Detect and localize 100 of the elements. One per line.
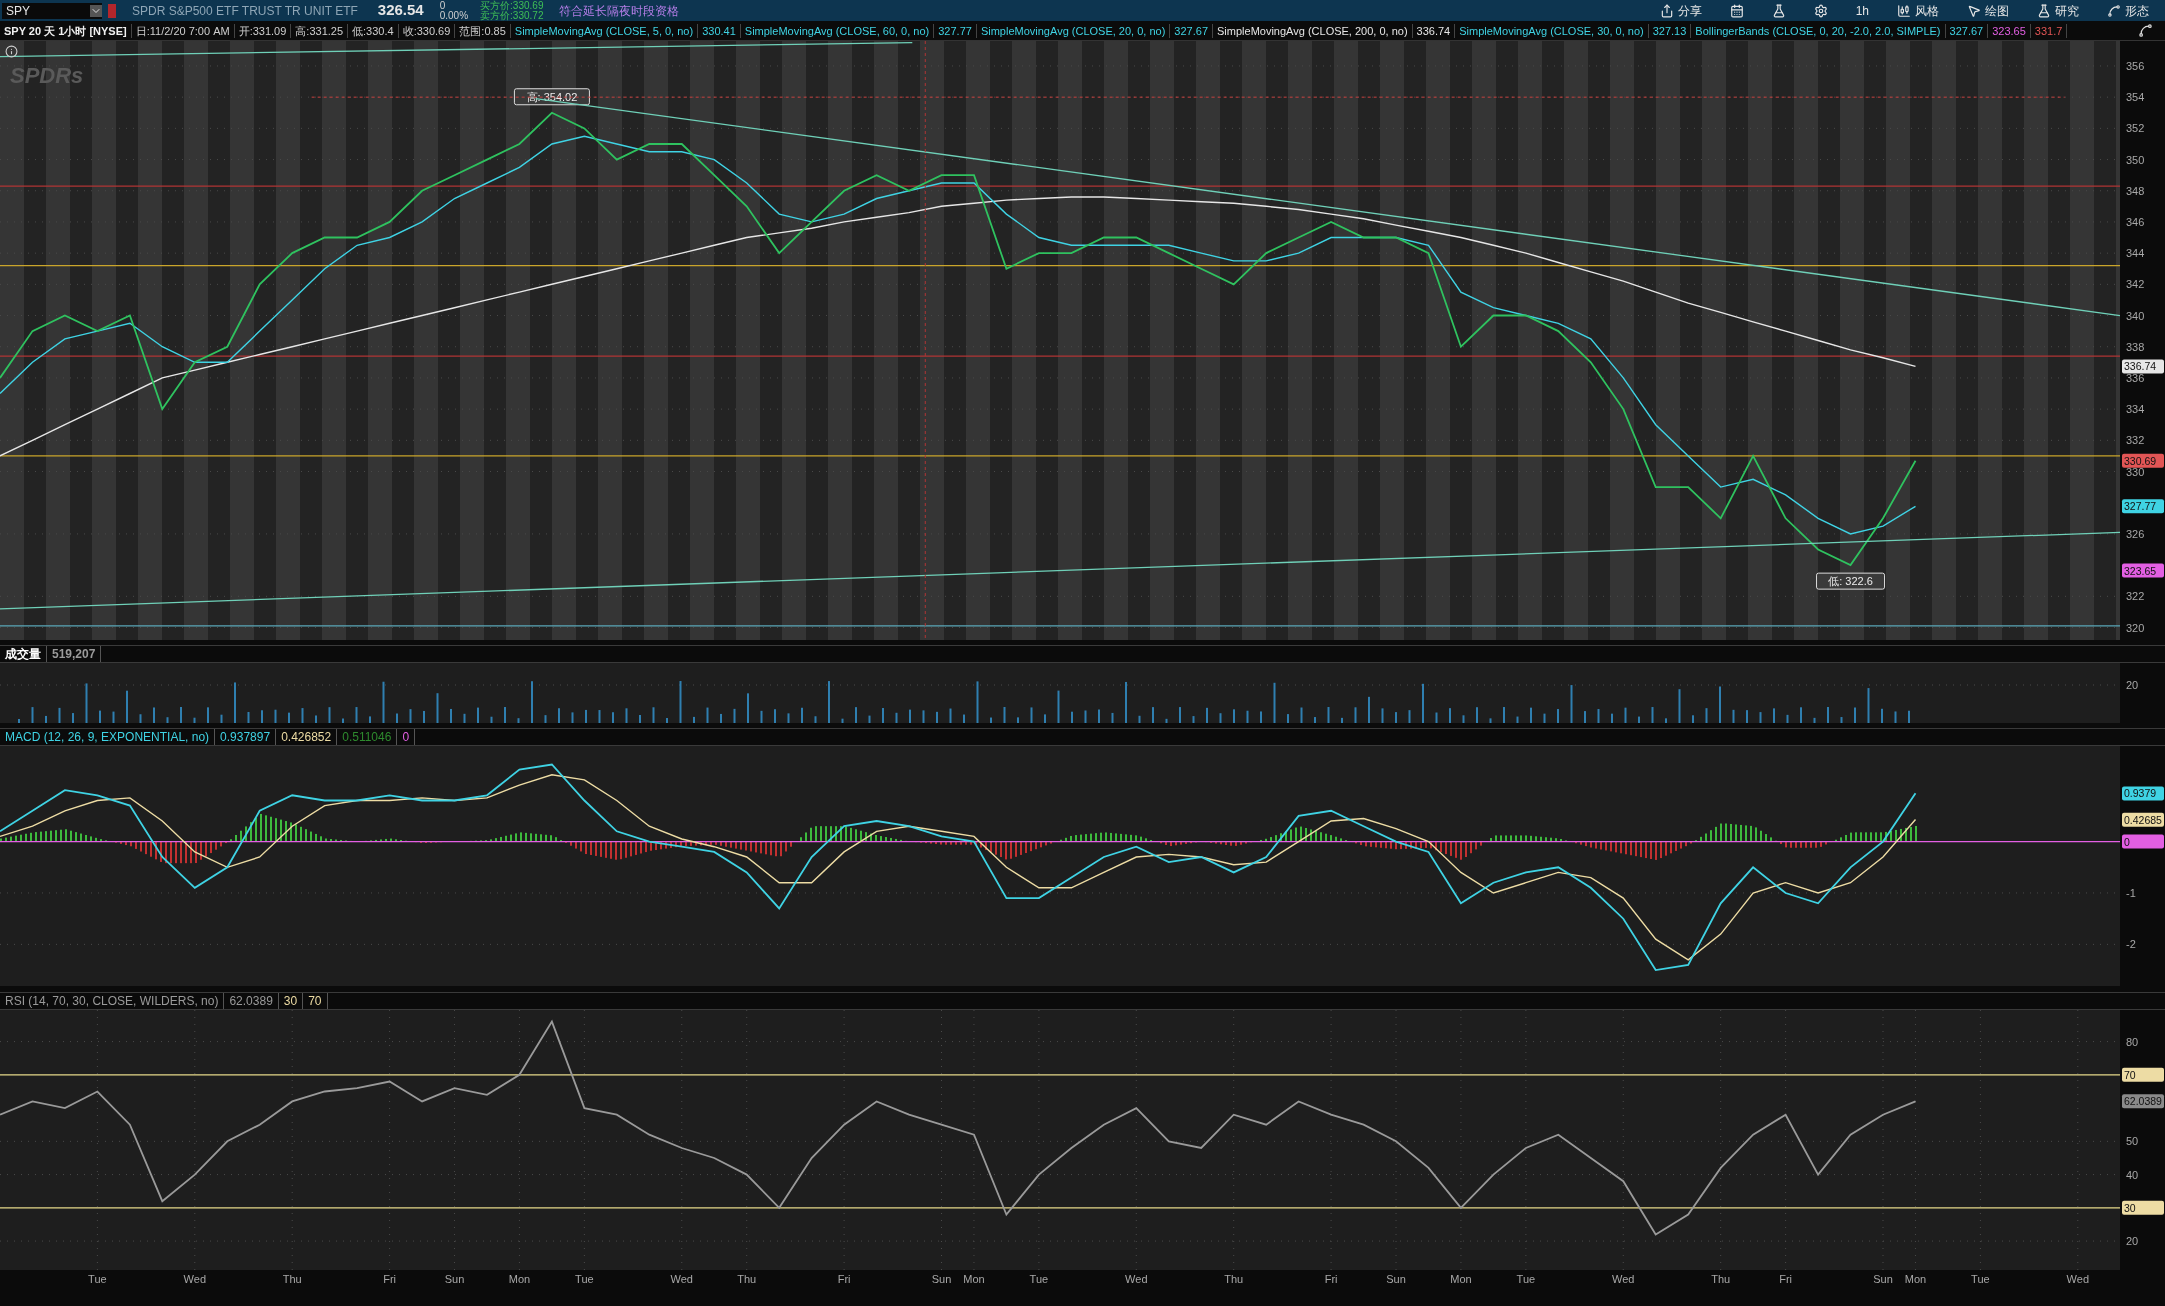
toolbar-button[interactable]: 绘图: [1959, 1, 2017, 20]
study-value: 327.67: [1170, 23, 1213, 38]
toolbar-button[interactable]: 1h: [1847, 1, 1877, 20]
axis-label: 334: [2126, 403, 2145, 416]
axis-label: 20: [2126, 1235, 2139, 1248]
net-change: 0: [439, 0, 447, 11]
axis-label: 330: [2126, 465, 2145, 478]
pane-header-label: 30: [278, 993, 304, 1009]
chart-info: 收:330.69: [398, 23, 456, 38]
chart-info: 高:331.25: [291, 23, 349, 38]
study-label[interactable]: SimpleMovingAvg (CLOSE, 200, 0, no): [1213, 23, 1413, 38]
study-label[interactable]: SimpleMovingAvg (CLOSE, 20, 0, no): [976, 23, 1171, 38]
chart-info: 日:11/2/20 7:00 AM: [131, 23, 235, 38]
percent-change: 0.00%: [439, 10, 469, 21]
chart-info: 低:330.4: [348, 23, 399, 38]
value-tag: 330.69: [2122, 453, 2164, 468]
value-tag: 323.65: [2122, 563, 2164, 578]
settings-icon: [1813, 3, 1828, 18]
pane-header-label: 0.937897: [215, 729, 277, 745]
chart-info: 范围:0.85: [455, 23, 511, 38]
symbol-field[interactable]: SPY: [2, 2, 102, 19]
pane-header-label: 70: [303, 993, 328, 1009]
study-label[interactable]: SimpleMovingAvg (CLOSE, 5, 0, no): [510, 23, 699, 38]
axis-label: 20: [2126, 679, 2139, 691]
study-label[interactable]: SimpleMovingAvg (CLOSE, 30, 0, no): [1455, 23, 1649, 38]
toolbar-button[interactable]: 形态: [2099, 1, 2157, 20]
calendar-icon: [1729, 3, 1744, 18]
chart-info: 开:331.09: [234, 23, 292, 38]
axis-label: Tue: [575, 1273, 594, 1285]
axis-label: Sun: [444, 1273, 465, 1285]
pointer-icon: [1967, 3, 1981, 18]
extended-hours-note: 符合延长隔夜时段资格: [559, 2, 680, 20]
study-value: 327.13: [1648, 23, 1692, 38]
chart-style-icon[interactable]: [2138, 23, 2153, 38]
axis-label: 322: [2126, 590, 2145, 603]
curve-icon: [2107, 3, 2121, 18]
value-tag: 0: [2122, 834, 2164, 849]
last-price: 326.54: [377, 0, 424, 21]
axis-label: 320: [2126, 621, 2145, 634]
axis-label: Sun: [1386, 1273, 1406, 1285]
price-label: 高: 354.02: [513, 88, 590, 106]
axis-label: 344: [2126, 247, 2145, 260]
study-value: 327.77: [934, 23, 977, 38]
axis-label: Sun: [931, 1273, 952, 1285]
ask-price: 卖方价:330.72: [480, 10, 544, 21]
axis-label: 326: [2126, 527, 2145, 540]
axis-label: Tue: [1516, 1273, 1536, 1285]
axis-label: 338: [2126, 340, 2145, 353]
axis-label: Mon: [1904, 1273, 1927, 1285]
axis-label: Mon: [508, 1273, 531, 1285]
dropdown-icon: [90, 4, 102, 17]
study-label[interactable]: BollingerBands (CLOSE, 0, 20, -2.0, 2.0, SIMPLE): [1691, 23, 1946, 38]
price-label: 低: 322.6: [1816, 572, 1886, 590]
axis-label: Wed: [1125, 1273, 1148, 1285]
axis-label: Thu: [737, 1273, 757, 1285]
study-value: 327.67: [1945, 23, 1989, 38]
toolbar-button[interactable]: 分享: [1651, 1, 1710, 20]
pane-header-label: 62.0389: [224, 993, 279, 1009]
axis-label: Fri: [1324, 1273, 1338, 1285]
toolbar-button[interactable]: 风格: [1889, 1, 1947, 20]
toolbar-button[interactable]: 研究: [2029, 1, 2087, 20]
info-icon[interactable]: [5, 45, 18, 58]
axis-label: 354: [2126, 91, 2145, 104]
flask-icon: [1771, 3, 1786, 18]
value-tag: 30: [2122, 1200, 2164, 1215]
axis-label: Thu: [1224, 1273, 1244, 1285]
axis-label: 356: [2126, 59, 2145, 72]
pane-header-label: 0.511046: [337, 729, 398, 745]
axis-label: Wed: [183, 1273, 206, 1285]
pane-header-label: MACD (12, 26, 9, EXPONENTIAL, no): [0, 729, 216, 745]
axis-label: Wed: [2066, 1273, 2089, 1285]
candlestick-icon: [1897, 3, 1911, 18]
axis-label: 40: [2126, 1168, 2139, 1181]
study-value: 330.41: [698, 23, 741, 38]
axis-label: 340: [2126, 309, 2145, 322]
axis-label: -2: [2126, 938, 2136, 951]
axis-label: Thu: [1711, 1273, 1731, 1285]
axis-label: Fri: [837, 1273, 851, 1285]
pane-header-label: RSI (14, 70, 30, CLOSE, WILDERS, no): [0, 993, 225, 1009]
pane-header-label: 0: [397, 729, 416, 745]
value-tag: 0.42685: [2122, 812, 2164, 827]
axis-label: Sun: [1873, 1273, 1893, 1285]
value-tag: 327.77: [2122, 499, 2164, 514]
flask-icon: [2037, 3, 2051, 18]
axis-label: 352: [2126, 122, 2145, 135]
flag-icon: [108, 3, 116, 18]
axis-label: Tue: [88, 1273, 107, 1285]
study-value: 331.7: [2030, 23, 2068, 38]
axis-label: Fri: [383, 1273, 396, 1285]
instrument-name: SPDR S&P500 ETF TRUST TR UNIT ETF: [132, 2, 358, 20]
annotation: 高: 354.02: [526, 90, 578, 103]
value-tag: 336.74: [2122, 359, 2164, 374]
axis-label: 348: [2126, 184, 2145, 197]
annotation: 低: 322.6: [1828, 575, 1873, 588]
axis-label: Mon: [963, 1273, 985, 1285]
bid-price: 买方价:330.69: [480, 0, 544, 11]
chart-info: SPY 20 天 1小时 [NYSE]: [0, 23, 132, 38]
axis-label: 342: [2126, 278, 2145, 291]
axis-label: 346: [2126, 215, 2145, 228]
study-label[interactable]: SimpleMovingAvg (CLOSE, 60, 0, no): [740, 23, 935, 38]
